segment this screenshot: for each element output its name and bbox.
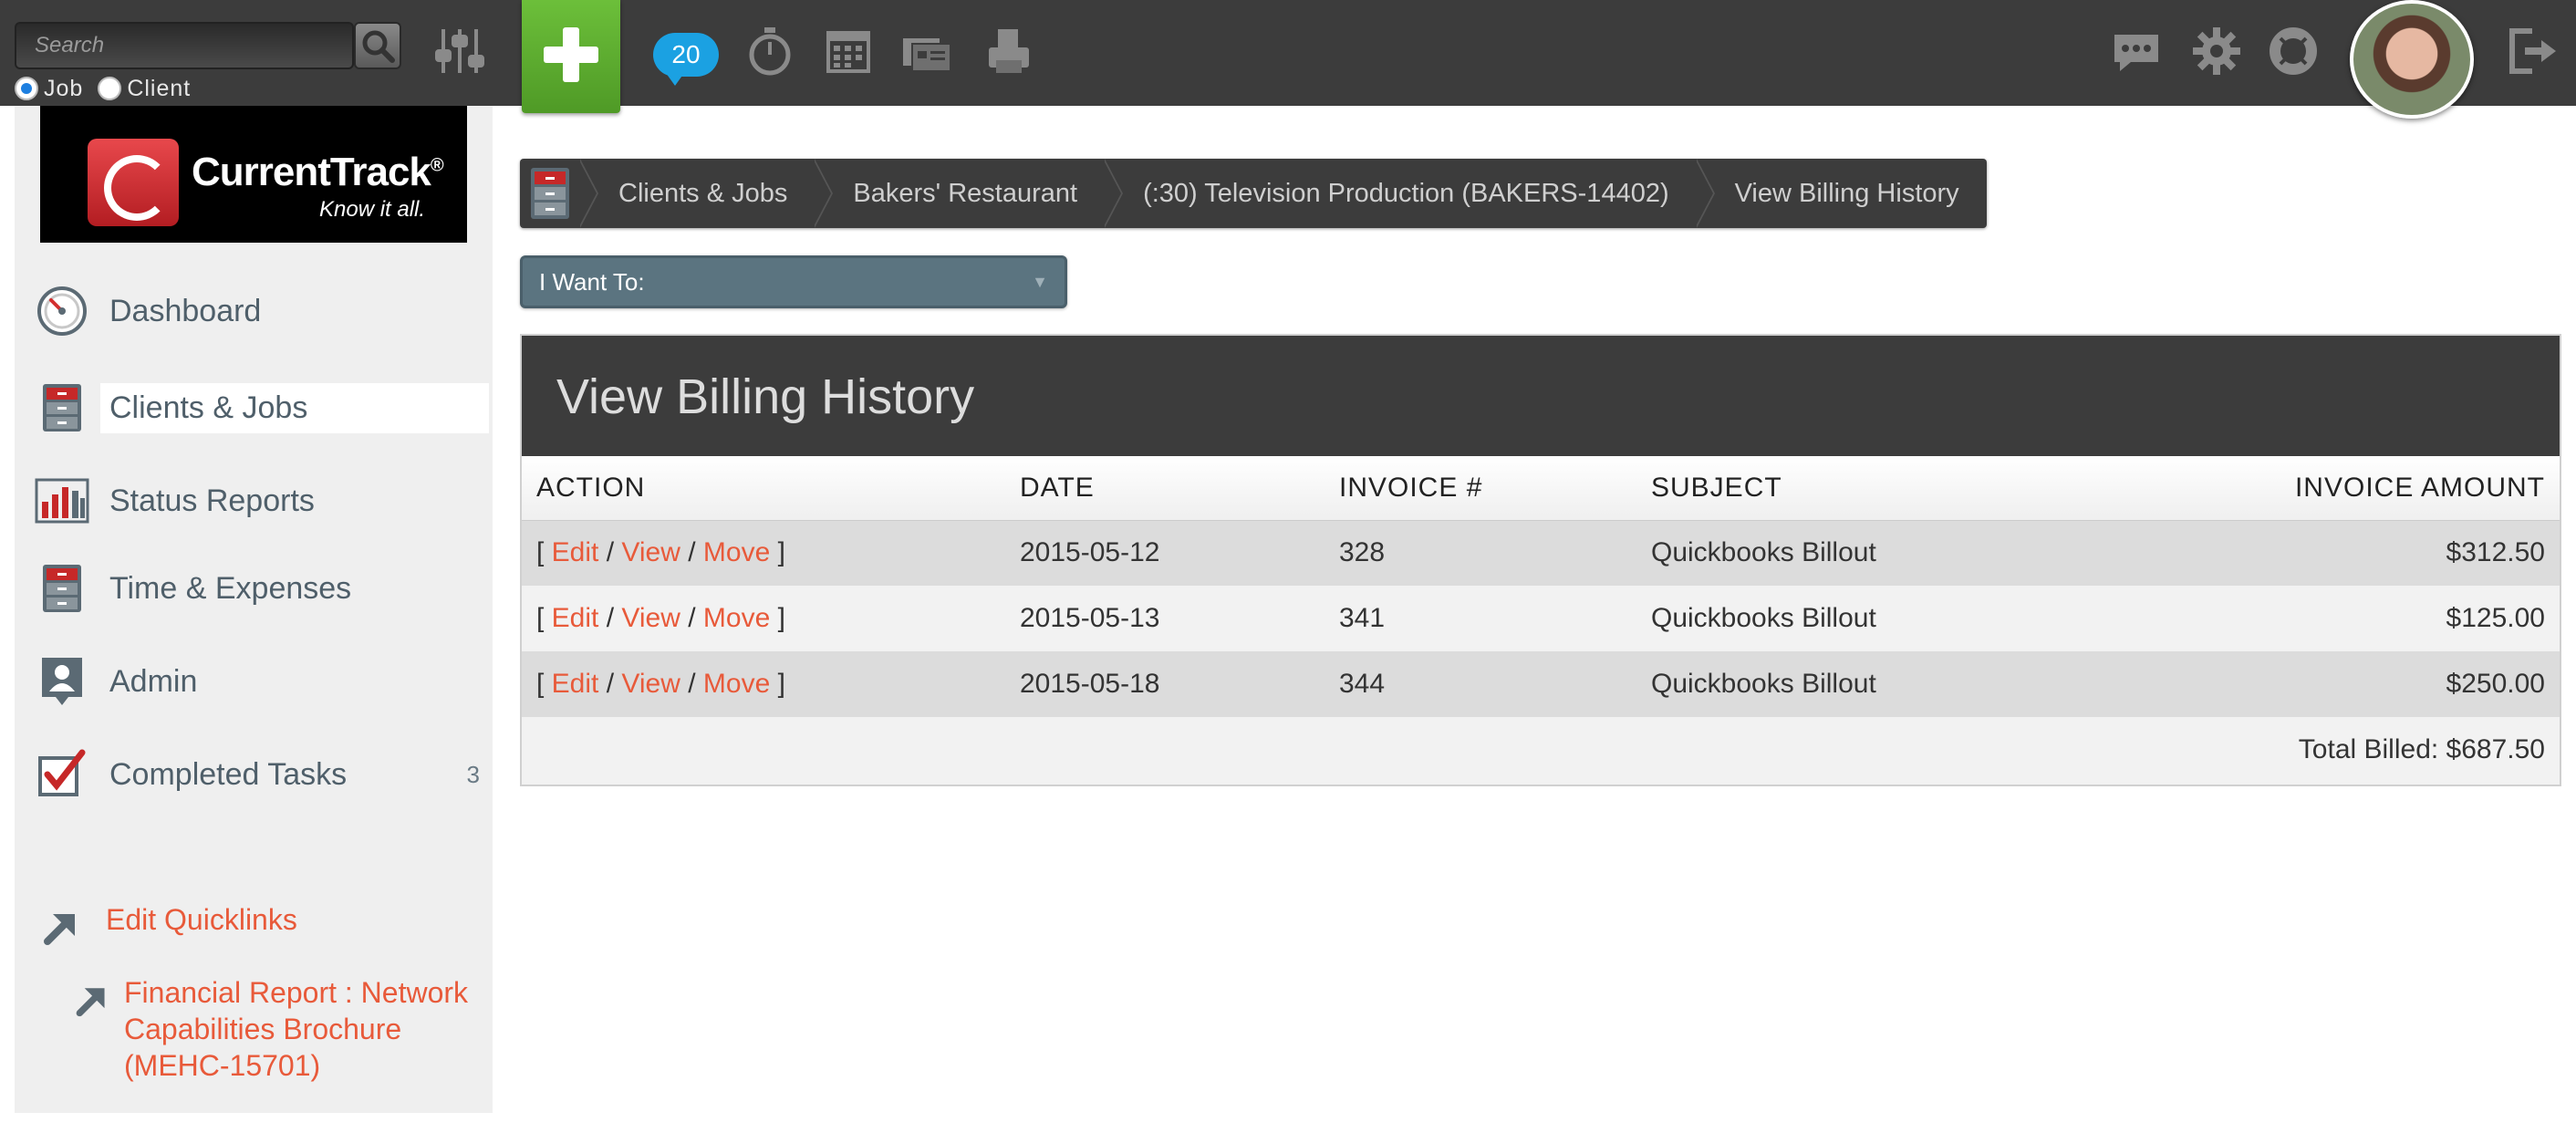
logo-name: CurrentTrack®: [192, 150, 444, 194]
logout-icon[interactable]: [2505, 24, 2560, 78]
i-want-to-dropdown[interactable]: I Want To: ▼: [520, 255, 1067, 308]
search-scope: Job Client: [15, 75, 200, 102]
sidebar-item-clients-jobs[interactable]: Clients & Jobs: [33, 379, 489, 436]
edit-quicklinks-link[interactable]: Edit Quicklinks: [106, 901, 297, 938]
gear-icon[interactable]: [2189, 24, 2244, 78]
breadcrumb-item-current: View Billing History: [1694, 159, 1987, 228]
calendar-icon[interactable]: [821, 24, 876, 78]
radio-client[interactable]: [98, 77, 122, 100]
column-header: SUBJECT: [1636, 456, 2077, 521]
dashboard-gauge-icon: [33, 284, 91, 338]
sidebar-item-time-expenses[interactable]: Time & Expenses: [33, 560, 489, 617]
invoice-date: 2015-05-12: [1005, 520, 1324, 586]
invoice-amount: $312.50: [2076, 520, 2560, 586]
logo[interactable]: CurrentTrack® Know it all.: [40, 106, 467, 243]
chat-icon[interactable]: [2109, 24, 2164, 78]
column-header: INVOICE #: [1324, 456, 1636, 521]
move-link[interactable]: Move: [703, 537, 770, 567]
panel-title: View Billing History: [522, 336, 2560, 456]
breadcrumb-item[interactable]: (:30) Television Production (BAKERS-1440…: [1103, 159, 1697, 228]
sidebar-item-label: Status Reports: [109, 483, 315, 518]
total-billed: Total Billed: $687.50: [522, 717, 2560, 783]
invoice-subject: Quickbooks Billout: [1636, 586, 2077, 651]
invoice-amount: $125.00: [2076, 586, 2560, 651]
file-cabinet-icon: [531, 168, 569, 219]
billing-table: ACTION DATE INVOICE # SUBJECT INVOICE AM…: [522, 456, 2560, 783]
printer-icon[interactable]: [982, 24, 1036, 78]
invoices-icon[interactable]: [899, 24, 954, 78]
checkbox-checked-icon: [33, 747, 91, 802]
breadcrumb-home[interactable]: [520, 159, 580, 228]
table-row: [ Edit / View / Move ] 2015-05-18 344 Qu…: [522, 651, 2560, 717]
column-header: ACTION: [522, 456, 1005, 521]
table-row: [ Edit / View / Move ] 2015-05-13 341 Qu…: [522, 586, 2560, 651]
sidebar-item-completed-tasks[interactable]: Completed Tasks 3: [33, 746, 489, 803]
billing-history-panel: View Billing History ACTION DATE INVOICE…: [520, 334, 2561, 786]
file-cabinet-icon: [33, 380, 91, 435]
row-actions: [ Edit / View / Move ]: [522, 520, 1005, 586]
sidebar-item-label: Dashboard: [109, 293, 262, 328]
admin-badge-icon: [33, 654, 91, 709]
user-avatar[interactable]: [2350, 0, 2474, 119]
edit-link[interactable]: Edit: [552, 537, 599, 567]
search-button[interactable]: [354, 22, 401, 69]
sidebar-item-label: Admin: [109, 663, 198, 699]
breadcrumb-item[interactable]: Clients & Jobs: [577, 159, 815, 228]
row-actions: [ Edit / View / Move ]: [522, 586, 1005, 651]
move-link[interactable]: Move: [703, 603, 770, 633]
add-new-button[interactable]: [522, 0, 620, 113]
stopwatch-icon[interactable]: [743, 24, 797, 78]
breadcrumb-item[interactable]: Bakers' Restaurant: [813, 159, 1105, 228]
logo-mark-icon: [88, 139, 179, 226]
sidebar-item-label: Clients & Jobs: [100, 382, 489, 433]
row-actions: [ Edit / View / Move ]: [522, 651, 1005, 717]
invoice-subject: Quickbooks Billout: [1636, 651, 2077, 717]
invoice-date: 2015-05-13: [1005, 586, 1324, 651]
dropdown-label: I Want To:: [539, 267, 645, 296]
sidebar-item-status-reports[interactable]: Status Reports: [33, 473, 489, 529]
table-row: [ Edit / View / Move ] 2015-05-12 328 Qu…: [522, 520, 2560, 586]
sidebar-item-dashboard[interactable]: Dashboard: [33, 283, 489, 339]
invoice-number: 344: [1324, 651, 1636, 717]
invoice-number: 341: [1324, 586, 1636, 651]
quicklink-arrow-icon: [76, 988, 105, 1017]
file-cabinet-icon: [33, 561, 91, 616]
messages-badge[interactable]: 20: [653, 33, 719, 86]
filter-sliders-icon[interactable]: [432, 24, 487, 78]
breadcrumb: Clients & Jobs Bakers' Restaurant (:30) …: [520, 159, 1987, 228]
radio-client-label: Client: [127, 75, 192, 101]
view-link[interactable]: View: [621, 603, 680, 633]
column-header: INVOICE AMOUNT: [2076, 456, 2560, 521]
table-header-row: ACTION DATE INVOICE # SUBJECT INVOICE AM…: [522, 456, 2560, 521]
help-lifebuoy-icon[interactable]: [2266, 24, 2321, 78]
bar-chart-icon: [33, 473, 91, 528]
sidebar-item-admin[interactable]: Admin: [33, 653, 489, 710]
top-bar: Job Client 20: [0, 0, 2576, 119]
column-header: DATE: [1005, 456, 1324, 521]
invoice-number: 328: [1324, 520, 1636, 586]
edit-link[interactable]: Edit: [552, 603, 599, 633]
chevron-down-icon: ▼: [1032, 272, 1048, 291]
view-link[interactable]: View: [621, 669, 680, 699]
logo-tagline: Know it all.: [319, 197, 426, 222]
search-input[interactable]: [15, 22, 354, 69]
sidebar: CurrentTrack® Know it all. Dashboard Cli…: [15, 106, 493, 1113]
invoice-amount: $250.00: [2076, 651, 2560, 717]
sidebar-item-label: Completed Tasks: [109, 756, 348, 792]
view-link[interactable]: View: [621, 537, 680, 567]
quicklink-arrow-icon: [44, 914, 75, 945]
invoice-subject: Quickbooks Billout: [1636, 520, 2077, 586]
quicklink-financial-report[interactable]: Financial Report : Network Capabilities …: [124, 974, 471, 1084]
sidebar-item-label: Time & Expenses: [109, 570, 352, 606]
completed-tasks-count: 3: [466, 760, 480, 788]
search-icon: [362, 30, 395, 63]
edit-link[interactable]: Edit: [552, 669, 599, 699]
move-link[interactable]: Move: [703, 669, 770, 699]
invoice-date: 2015-05-18: [1005, 651, 1324, 717]
radio-job[interactable]: [15, 77, 38, 100]
total-row: Total Billed: $687.50: [522, 717, 2560, 783]
radio-job-label: Job: [44, 75, 84, 101]
